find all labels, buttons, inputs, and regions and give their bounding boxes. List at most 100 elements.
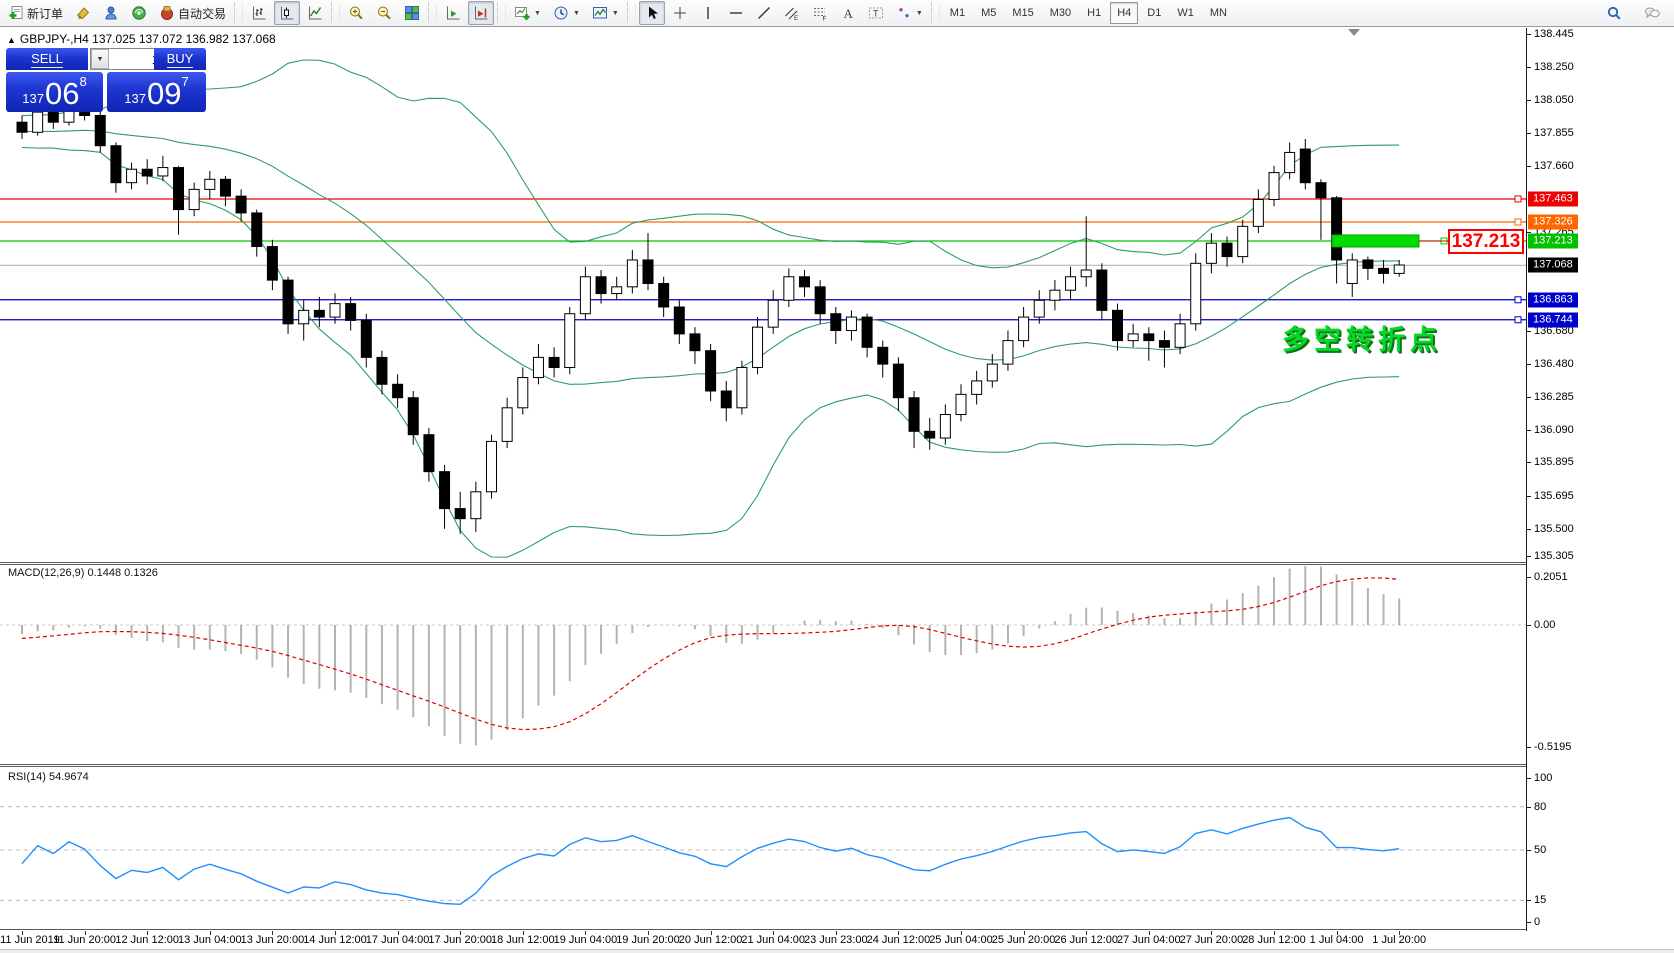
- bull-candle[interactable]: [299, 310, 309, 323]
- bear-candle[interactable]: [1222, 243, 1232, 256]
- bear-candle[interactable]: [1379, 268, 1389, 273]
- bull-candle[interactable]: [1238, 226, 1248, 256]
- highlight-rectangle[interactable]: [1332, 235, 1419, 247]
- bear-candle[interactable]: [596, 277, 606, 294]
- bear-candle[interactable]: [643, 260, 653, 284]
- bull-candle[interactable]: [1034, 300, 1044, 317]
- bull-candle[interactable]: [972, 381, 982, 394]
- bull-candle[interactable]: [1206, 243, 1216, 263]
- bull-candle[interactable]: [940, 415, 950, 439]
- bull-candle[interactable]: [784, 277, 794, 301]
- bull-candle[interactable]: [627, 260, 637, 287]
- bear-candle[interactable]: [48, 112, 58, 122]
- bull-candle[interactable]: [1394, 265, 1404, 273]
- bear-candle[interactable]: [267, 247, 277, 281]
- macd-pane[interactable]: [0, 566, 1526, 745]
- bull-candle[interactable]: [502, 408, 512, 442]
- bear-candle[interactable]: [1332, 198, 1342, 260]
- bull-candle[interactable]: [330, 304, 340, 317]
- bull-candle[interactable]: [1003, 341, 1013, 365]
- volume-decrease-button[interactable]: ▼: [91, 49, 109, 69]
- bull-candle[interactable]: [737, 367, 747, 407]
- bear-candle[interactable]: [283, 280, 293, 324]
- bull-candle[interactable]: [33, 112, 43, 132]
- bear-candle[interactable]: [706, 351, 716, 391]
- bear-candle[interactable]: [440, 472, 450, 509]
- bull-candle[interactable]: [1081, 270, 1091, 277]
- bull-candle[interactable]: [1066, 277, 1076, 290]
- bear-candle[interactable]: [721, 391, 731, 408]
- bear-candle[interactable]: [1363, 260, 1373, 268]
- bear-candle[interactable]: [393, 384, 403, 397]
- bear-candle[interactable]: [549, 357, 559, 367]
- bull-candle[interactable]: [205, 179, 215, 189]
- bear-candle[interactable]: [878, 347, 888, 364]
- pane-separator[interactable]: [0, 764, 1526, 767]
- bear-candle[interactable]: [1159, 341, 1169, 348]
- bull-candle[interactable]: [471, 492, 481, 519]
- bull-candle[interactable]: [1347, 260, 1357, 284]
- bull-candle[interactable]: [1019, 317, 1029, 341]
- bear-candle[interactable]: [862, 317, 872, 347]
- bear-candle[interactable]: [831, 314, 841, 331]
- bear-candle[interactable]: [1097, 270, 1107, 310]
- bull-candle[interactable]: [1175, 324, 1185, 348]
- bull-candle[interactable]: [1191, 263, 1201, 323]
- bull-candle[interactable]: [1269, 173, 1279, 200]
- bull-candle[interactable]: [189, 189, 199, 209]
- bear-candle[interactable]: [1113, 310, 1123, 340]
- chart-shift-marker-icon[interactable]: [1348, 29, 1360, 36]
- bear-candle[interactable]: [142, 169, 152, 176]
- bull-candle[interactable]: [518, 378, 528, 408]
- bear-candle[interactable]: [314, 310, 324, 317]
- bear-candle[interactable]: [17, 122, 27, 132]
- price-pane[interactable]: [0, 60, 1526, 557]
- bull-candle[interactable]: [1285, 152, 1295, 172]
- bear-candle[interactable]: [424, 435, 434, 472]
- bear-candle[interactable]: [111, 146, 121, 183]
- pane-separator[interactable]: [0, 562, 1526, 565]
- bear-candle[interactable]: [408, 398, 418, 435]
- bull-candle[interactable]: [580, 277, 590, 314]
- bear-candle[interactable]: [220, 179, 230, 196]
- bear-candle[interactable]: [455, 509, 465, 519]
- bear-candle[interactable]: [174, 168, 184, 210]
- bull-candle[interactable]: [1050, 290, 1060, 300]
- bull-candle[interactable]: [533, 357, 543, 377]
- bull-candle[interactable]: [753, 327, 763, 367]
- level-anchor-icon[interactable]: [1515, 297, 1521, 303]
- bear-candle[interactable]: [252, 213, 262, 247]
- sell-price-display[interactable]: 137068: [6, 72, 103, 112]
- bear-candle[interactable]: [909, 398, 919, 432]
- bear-candle[interactable]: [361, 320, 371, 357]
- bull-candle[interactable]: [987, 364, 997, 381]
- bull-candle[interactable]: [1253, 199, 1263, 226]
- bear-candle[interactable]: [659, 283, 669, 307]
- bull-candle[interactable]: [487, 441, 497, 491]
- bear-candle[interactable]: [1300, 149, 1310, 183]
- bull-candle[interactable]: [612, 287, 622, 294]
- bear-candle[interactable]: [800, 277, 810, 287]
- bear-candle[interactable]: [893, 364, 903, 398]
- main-chart-canvas[interactable]: [0, 0, 1674, 953]
- bull-candle[interactable]: [768, 300, 778, 327]
- bear-candle[interactable]: [346, 304, 356, 321]
- level-anchor-icon[interactable]: [1515, 219, 1521, 225]
- bull-candle[interactable]: [846, 317, 856, 330]
- bear-candle[interactable]: [925, 431, 935, 438]
- bull-candle[interactable]: [1128, 334, 1138, 341]
- bear-candle[interactable]: [236, 196, 246, 213]
- bear-candle[interactable]: [1316, 183, 1326, 198]
- rsi-pane[interactable]: [0, 807, 1526, 905]
- bear-candle[interactable]: [690, 334, 700, 351]
- level-anchor-icon[interactable]: [1515, 317, 1521, 323]
- bull-candle[interactable]: [127, 169, 137, 182]
- price-level-tag[interactable]: 137.213: [1448, 229, 1524, 254]
- bear-candle[interactable]: [815, 287, 825, 314]
- bear-candle[interactable]: [1144, 334, 1154, 341]
- buy-price-display[interactable]: 137097: [107, 72, 206, 112]
- bear-candle[interactable]: [95, 115, 105, 145]
- bull-candle[interactable]: [956, 394, 966, 414]
- bear-candle[interactable]: [674, 307, 684, 334]
- chart-annotation-text[interactable]: 多空转折点: [1282, 318, 1442, 357]
